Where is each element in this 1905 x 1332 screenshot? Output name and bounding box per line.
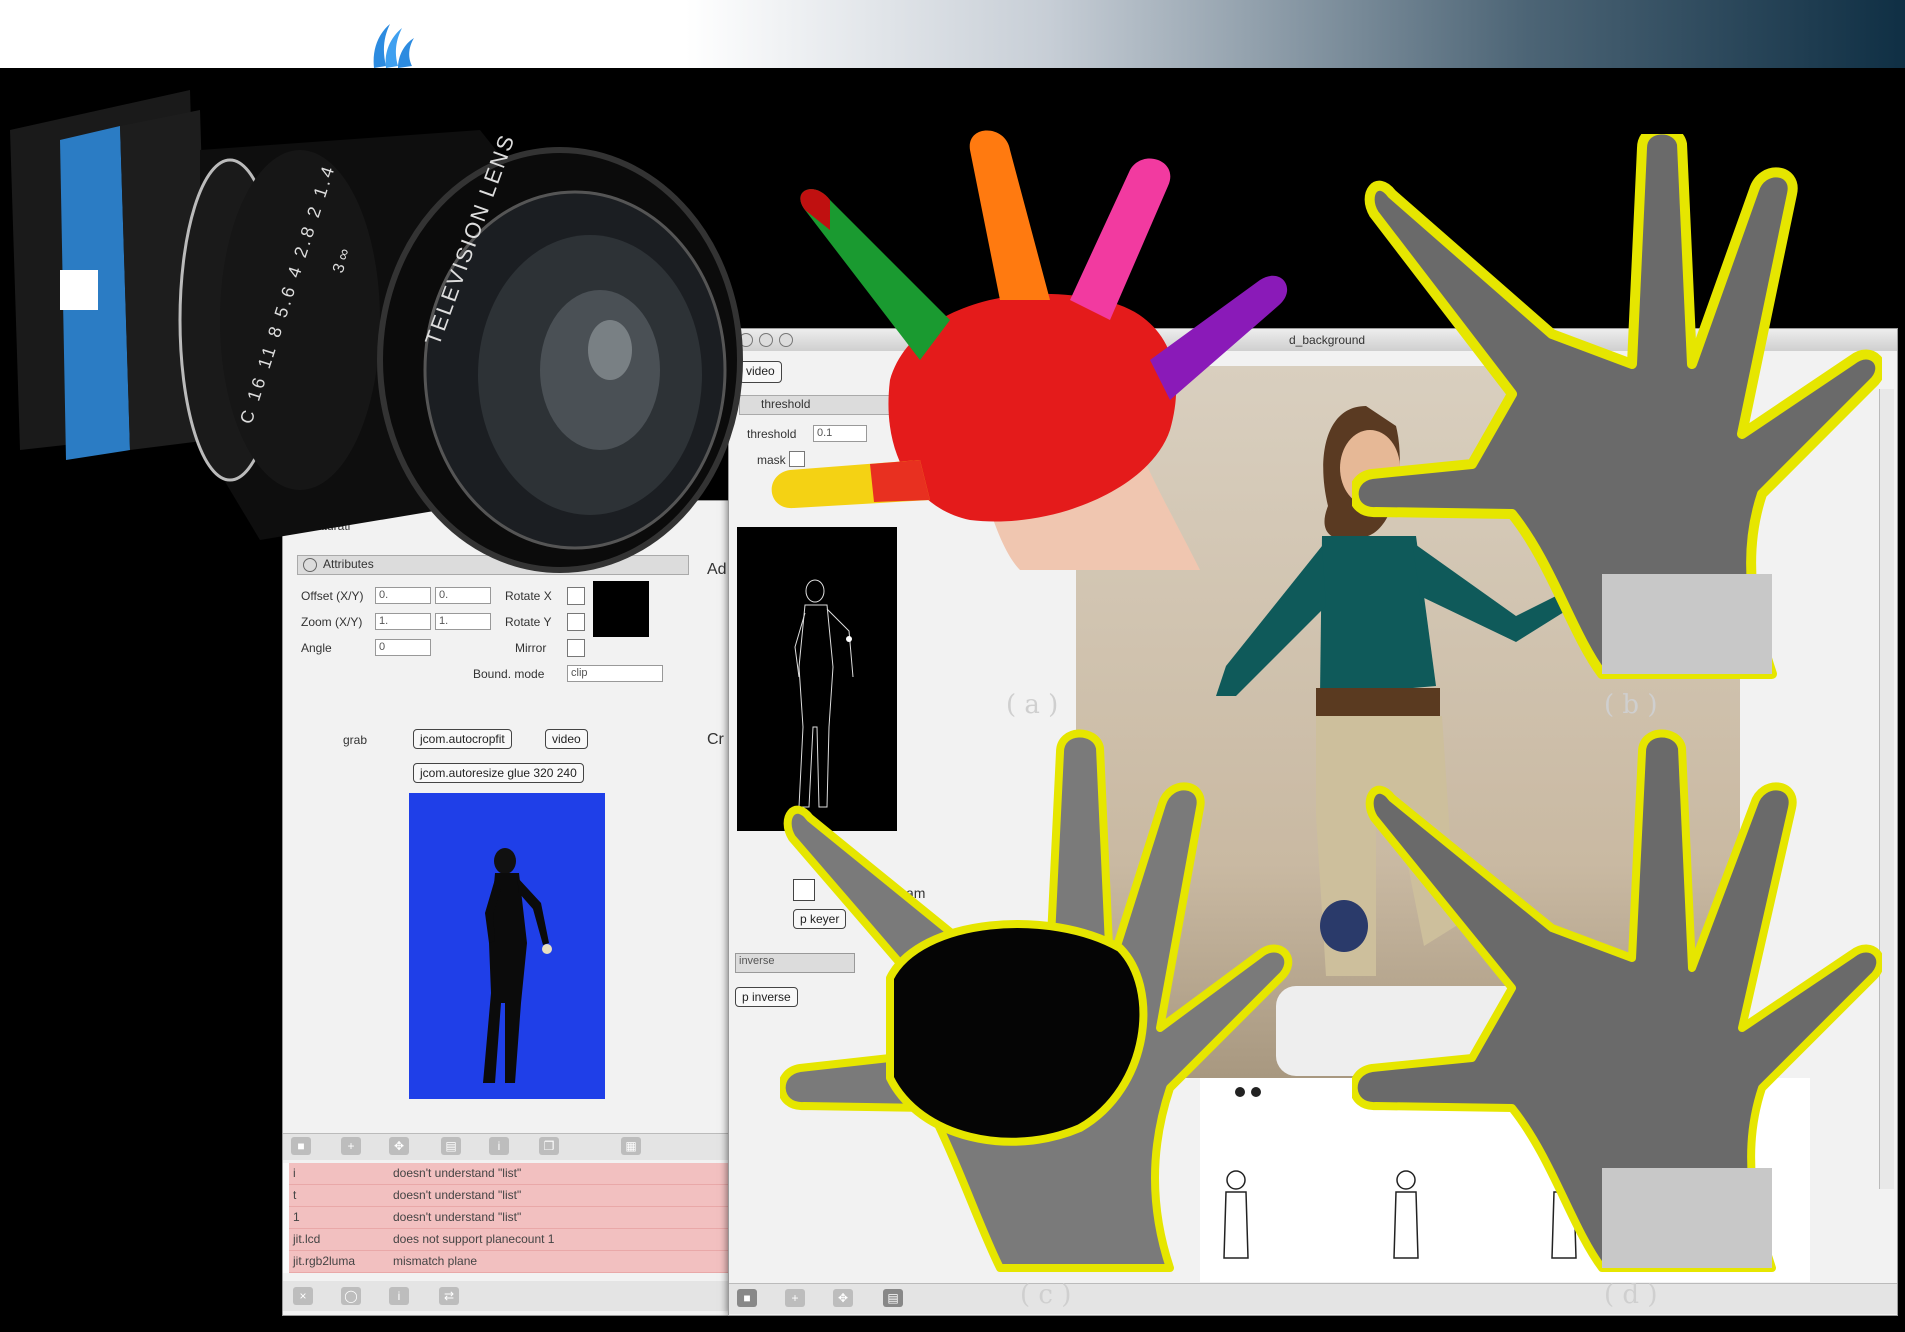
print-icon[interactable]: ▤ [441,1137,461,1155]
caption-d: ( d ) [1604,1280,1658,1310]
console-message: does not support planecount 1 [393,1232,555,1246]
rotate-y-checkbox[interactable] [567,613,585,631]
move-icon[interactable]: ✥ [389,1137,409,1155]
zoom-x-field[interactable]: 1. [375,613,431,630]
arrow-icon[interactable]: ⇄ [439,1287,459,1305]
grayscale-hand-b [1352,134,1882,679]
console-object: t [293,1188,297,1202]
mirror-checkbox[interactable] [567,639,585,657]
console-message: doesn't understand "list" [393,1166,522,1180]
blue-screen-preview [409,793,605,1099]
print-icon[interactable]: ▤ [883,1289,903,1307]
console-object: jit.rgb2luma [293,1254,356,1268]
zoom-y-field[interactable]: 1. [435,613,491,630]
camera-lens-icon [10,90,743,573]
info-icon[interactable]: i [489,1137,509,1155]
side-label-cr: Cr [707,731,724,748]
left-patcher-window: saturati Attributes Offset (X/Y) 0. 0. Z… [282,500,1005,1316]
header-bar [0,0,1905,68]
autoresize-object[interactable]: jcom.autoresize glue 320 240 [413,763,584,783]
bound-mode-select[interactable]: clip [567,665,663,682]
caption-c: ( c ) [1020,1280,1072,1310]
add-icon[interactable]: + [785,1289,805,1307]
bound-mode-label: Bound. mode [473,667,545,681]
angle-label: Angle [301,641,332,655]
console-object: i [293,1166,296,1180]
caption-b: ( b ) [1604,690,1658,720]
console-message: doesn't understand "list" [393,1210,522,1224]
angle-field[interactable]: 0 [375,639,431,656]
caption-a: ( a ) [1006,690,1059,720]
video-object[interactable]: video [545,729,588,749]
console-object: jit.lcd [293,1232,321,1246]
painted-hand-image [771,130,1288,570]
zoom-label: Zoom (X/Y) [301,615,363,629]
add-icon[interactable]: + [341,1137,361,1155]
console-info-icon[interactable]: i [389,1287,409,1305]
mirror-label: Mirror [515,641,547,655]
lock-icon[interactable]: ■ [737,1289,757,1307]
grayscale-hand-d [1352,729,1882,1272]
copy-icon[interactable]: ❐ [539,1137,559,1155]
move-icon[interactable]: ✥ [833,1289,853,1307]
autocrop-object[interactable]: jcom.autocropfit [413,729,512,749]
console-message: mismatch plane [393,1254,478,1268]
grab-label: grab [343,733,368,747]
grid-icon[interactable]: ▦ [621,1137,641,1155]
refresh-icon[interactable]: ◯ [341,1287,361,1305]
dancer-silhouette [483,848,552,1083]
lock-icon[interactable]: ■ [291,1137,311,1155]
wave-logo-icon [373,24,414,68]
grayscale-hand-c [780,729,1293,1272]
max-console: i doesn't understand "list" t doesn't unde… [283,1163,1005,1273]
console-message: doesn't understand "list" [393,1188,522,1202]
console-object: 1 [293,1210,300,1224]
clear-icon[interactable]: × [293,1287,313,1305]
rotate-y-label: Rotate Y [505,615,552,629]
